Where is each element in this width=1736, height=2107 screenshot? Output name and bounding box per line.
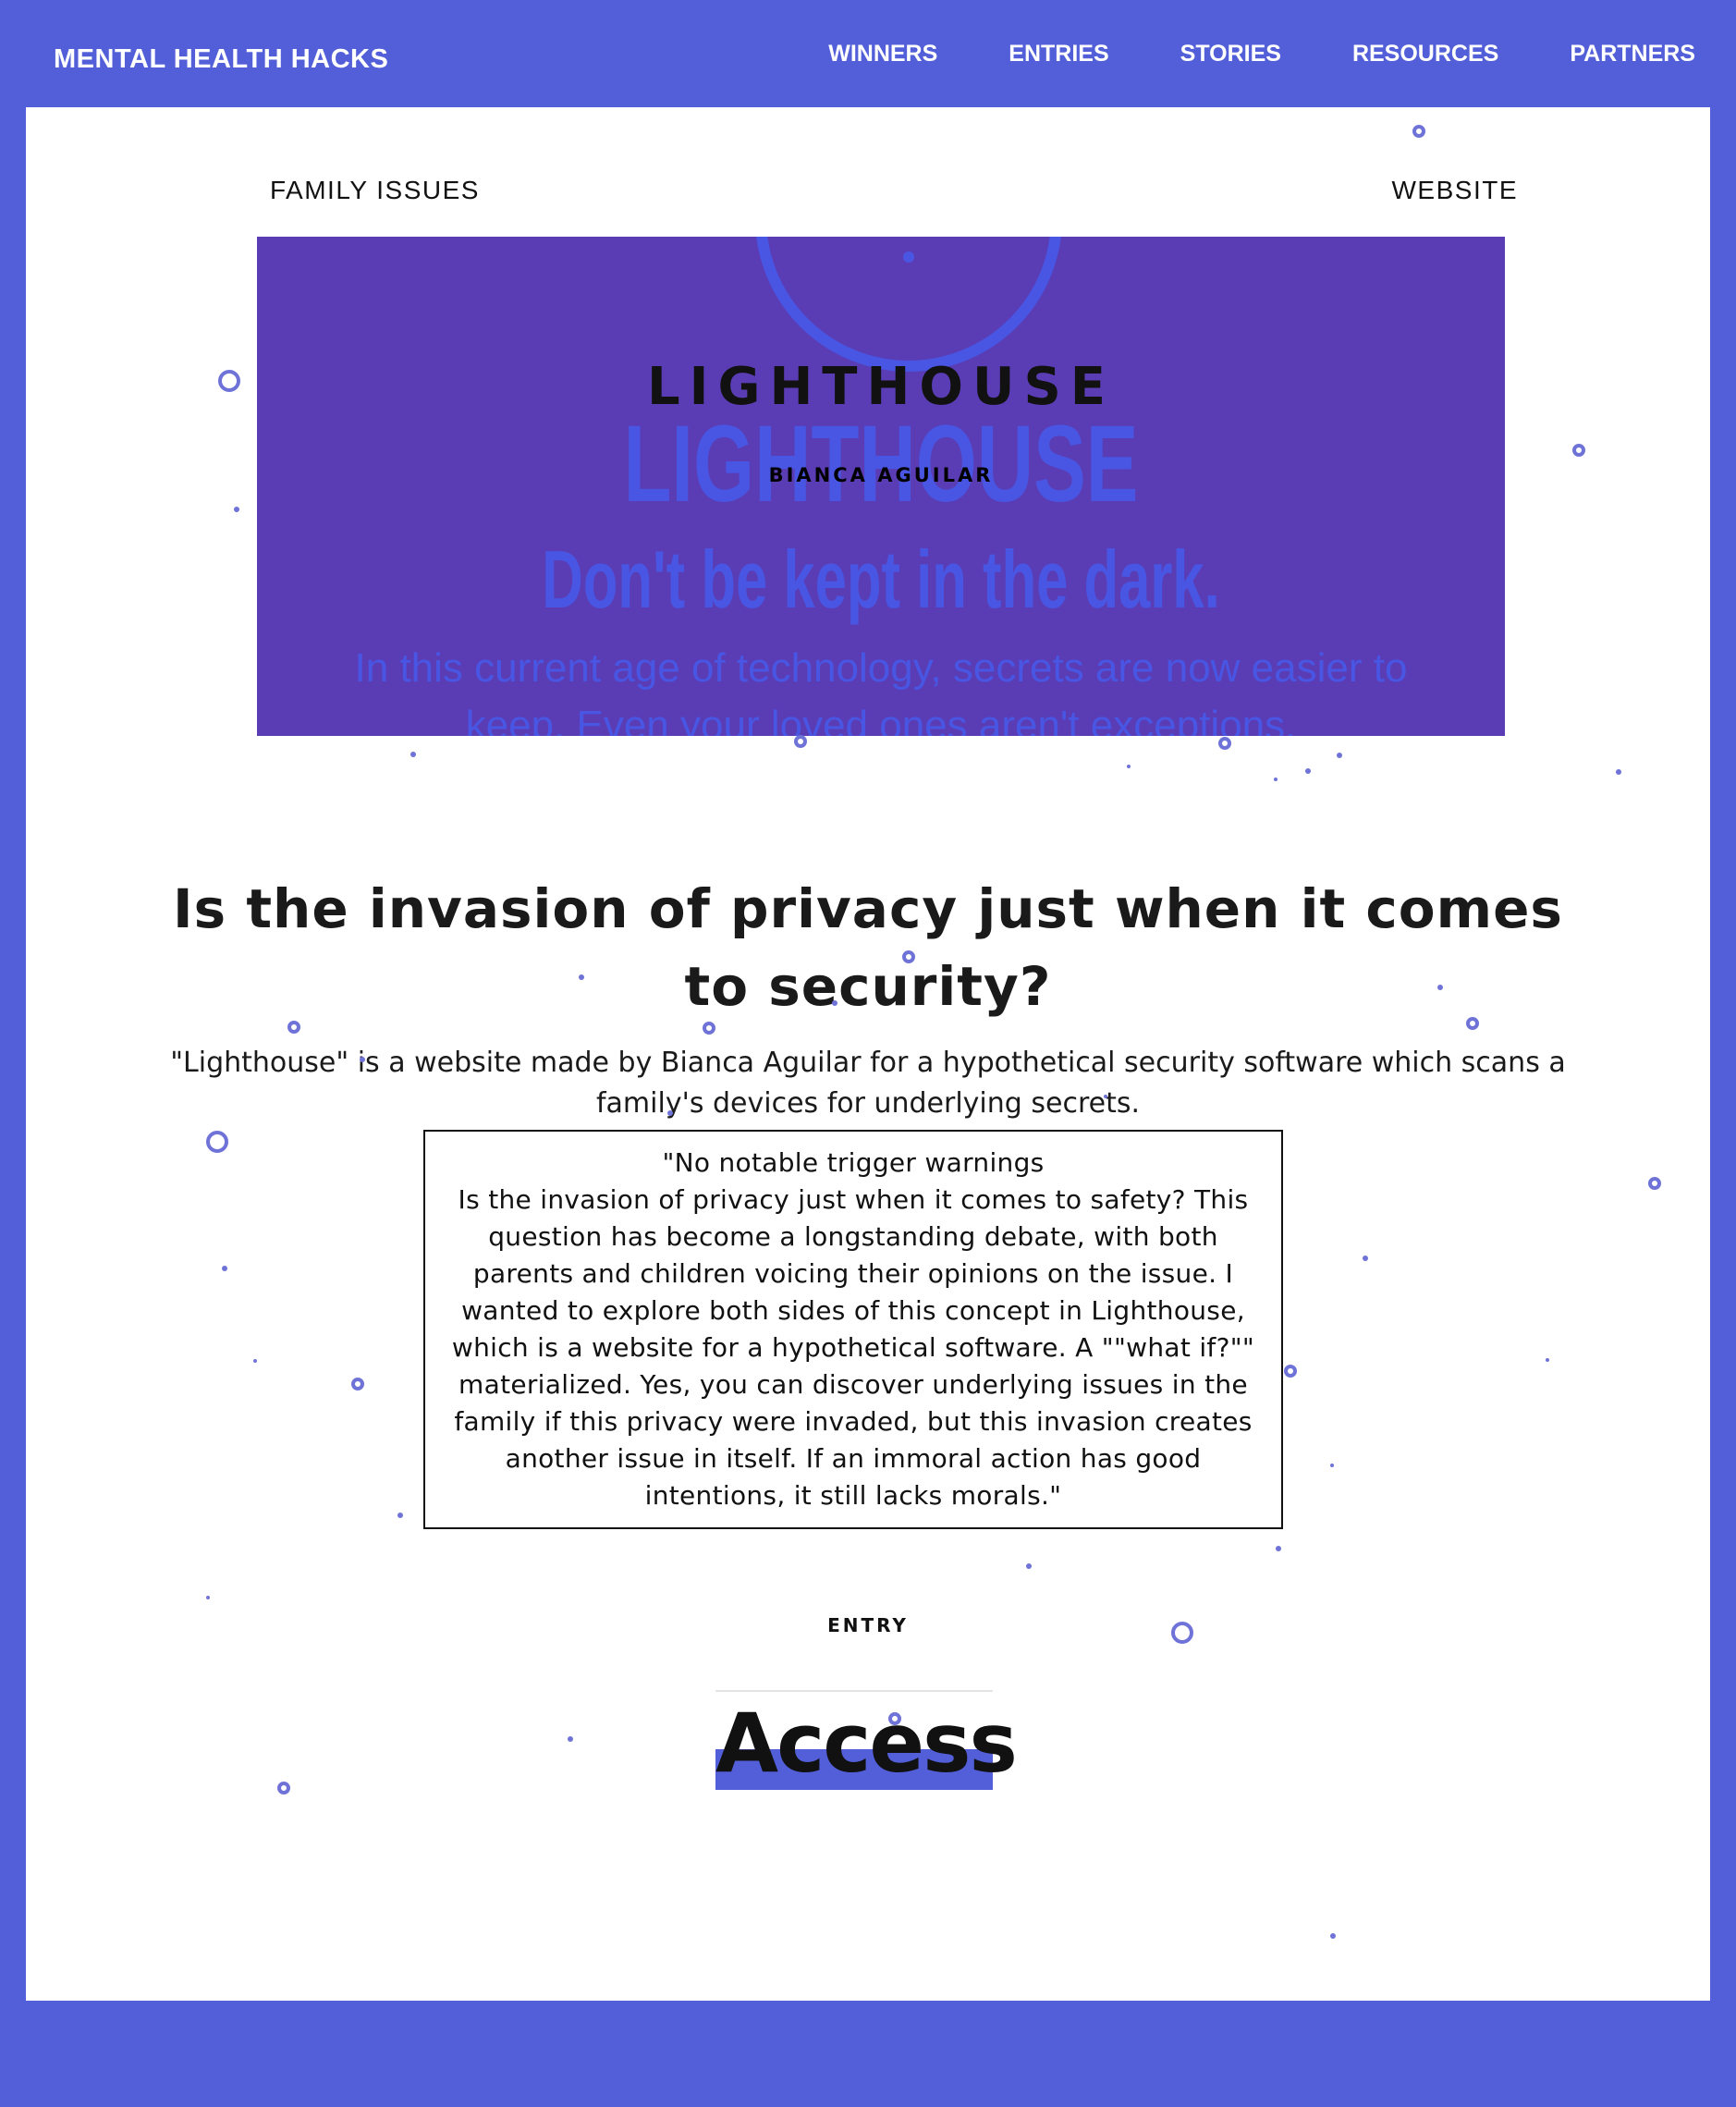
entry-headline: Is the invasion of privacy just when it … [173, 876, 1563, 1018]
nav-winners[interactable]: WINNERS [828, 41, 937, 67]
hero-author: BIANCA AGUILAR [768, 464, 994, 486]
nav-entries[interactable]: ENTRIES [1009, 41, 1108, 67]
artist-statement-box: "No notable trigger warnings Is the inva… [423, 1130, 1283, 1529]
nav-stories[interactable]: STORIES [1180, 41, 1281, 67]
access-link[interactable]: Access [715, 1690, 1018, 1791]
main-nav: WINNERS ENTRIES STORIES RESOURCES PARTNE… [828, 41, 1695, 67]
hero-title: LIGHTHOUSE [646, 357, 1116, 417]
access-label[interactable]: Access [715, 1696, 1018, 1791]
entry-section-label: ENTRY [827, 1614, 909, 1636]
entry-card: FAMILY ISSUES WEBSITE LIGHTHOUSE Don't b… [26, 107, 1710, 2001]
entry-tags: FAMILY ISSUES WEBSITE [270, 176, 1518, 205]
hero-banner[interactable]: LIGHTHOUSE Don't be kept in the dark. In… [257, 237, 1505, 736]
entry-description: "Lighthouse" is a website made by Bianca… [170, 1047, 1566, 1120]
hero-ghost-body: In this current age of technology, secre… [354, 645, 1408, 736]
site-logo[interactable]: MENTAL HEALTH HACKS [54, 44, 388, 75]
divider [715, 1690, 993, 1692]
nav-resources[interactable]: RESOURCES [1352, 41, 1498, 67]
category-tag[interactable]: FAMILY ISSUES [270, 176, 480, 205]
hero-ghost-tagline: Don't be kept in the dark. [542, 533, 1220, 625]
artist-statement-text: "No notable trigger warnings Is the inva… [451, 1147, 1255, 1511]
medium-tag[interactable]: WEBSITE [1391, 176, 1518, 205]
nav-partners[interactable]: PARTNERS [1570, 41, 1695, 67]
site-header: MENTAL HEALTH HACKS WINNERS ENTRIES STOR… [0, 0, 1736, 107]
